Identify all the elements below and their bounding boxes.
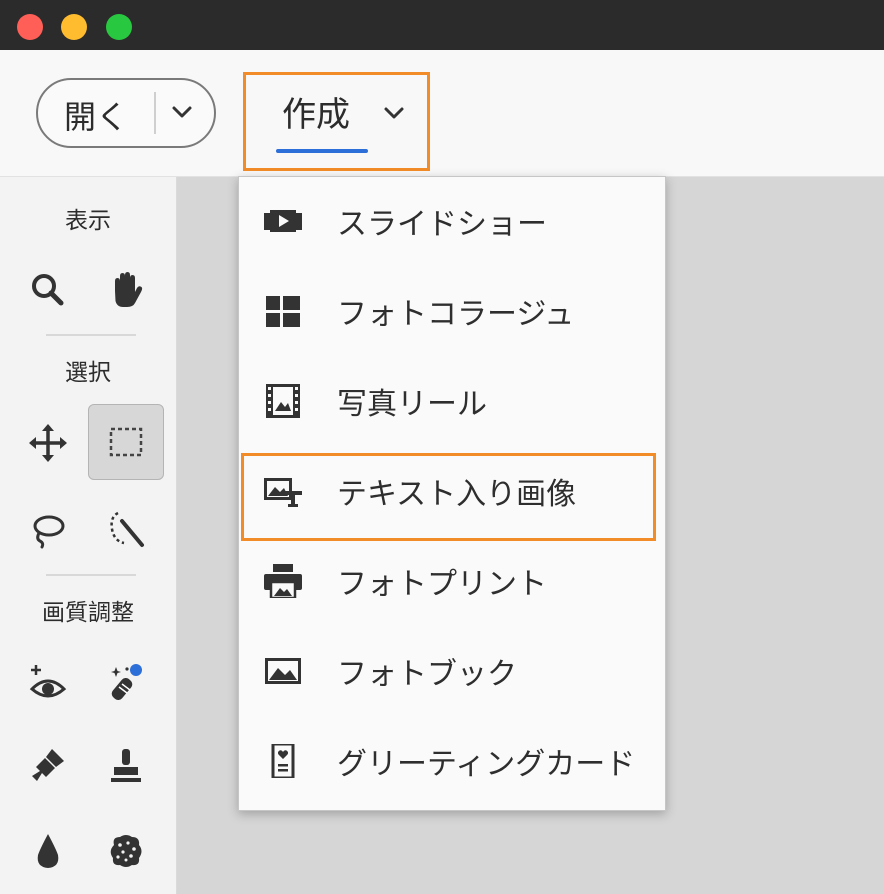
spot-healing-tool[interactable]	[100, 657, 152, 709]
menu-item-label: 写真リール	[337, 387, 487, 422]
window-titlebar	[0, 0, 884, 50]
zoom-tool[interactable]	[22, 264, 74, 316]
section-divider	[46, 334, 136, 336]
healing-brush-icon	[111, 664, 142, 701]
printer-icon	[264, 564, 302, 600]
red-eye-tool[interactable]	[22, 657, 74, 709]
adjust-section-title: 画質調整	[42, 600, 134, 626]
clone-stamp-tool[interactable]	[100, 739, 152, 791]
menu-item-label: フォトブック	[337, 657, 517, 692]
search-icon	[32, 274, 64, 306]
sponge-icon	[110, 835, 142, 867]
hand-tool[interactable]	[100, 264, 152, 316]
blur-tool[interactable]	[22, 825, 74, 877]
greeting-card-icon	[264, 742, 302, 780]
eye-plus-icon	[29, 665, 67, 698]
active-tab-indicator	[276, 149, 368, 153]
create-tab-label: 作成	[282, 95, 350, 135]
slideshow-icon	[264, 204, 302, 238]
menu-item-label: スライドショー	[337, 207, 547, 242]
minimize-window-button[interactable]	[61, 14, 87, 40]
paint-brush-icon	[32, 749, 64, 781]
sponge-tool[interactable]	[100, 825, 152, 877]
open-button-label: 開く	[64, 98, 129, 136]
rectangle-marquee-icon	[109, 427, 143, 457]
magic-wand-icon	[110, 511, 144, 547]
select-section-title: 選択	[65, 360, 111, 386]
marquee-tool[interactable]	[88, 404, 164, 480]
stamp-icon	[111, 749, 141, 782]
open-button[interactable]: 開く	[36, 78, 216, 148]
quick-selection-tool[interactable]	[100, 503, 152, 555]
drop-icon	[37, 834, 59, 868]
move-tool[interactable]	[22, 417, 74, 469]
highlight-annotation	[241, 453, 656, 541]
collage-icon	[264, 294, 302, 328]
tools-panel: 表示 選択 画質調整	[0, 177, 177, 894]
menu-item-label: フォトコラージュ	[337, 297, 575, 332]
menu-item-label: フォトプリント	[337, 567, 547, 602]
menu-item-greeting-card[interactable]: グリーティングカード	[239, 717, 665, 803]
lasso-icon	[33, 515, 65, 549]
hand-icon	[115, 272, 143, 307]
move-arrows-icon	[29, 424, 67, 462]
section-divider	[46, 574, 136, 576]
chevron-down-icon	[382, 101, 406, 125]
top-toolbar: 開く 作成	[0, 50, 884, 177]
menu-item-photo-reel[interactable]: 写真リール	[239, 357, 665, 443]
zoom-window-button[interactable]	[106, 14, 132, 40]
smart-brush-tool[interactable]	[22, 739, 74, 791]
chevron-down-icon[interactable]	[170, 100, 194, 124]
view-section-title: 表示	[65, 208, 111, 234]
menu-item-photo-book[interactable]: フォトブック	[239, 627, 665, 713]
photo-book-icon	[264, 654, 302, 688]
menu-item-photo-print[interactable]: フォトプリント	[239, 537, 665, 623]
menu-item-label: グリーティングカード	[337, 747, 636, 782]
menu-item-photo-collage[interactable]: フォトコラージュ	[239, 267, 665, 353]
photo-reel-icon	[264, 384, 302, 418]
create-tab[interactable]: 作成	[243, 72, 430, 171]
close-window-button[interactable]	[17, 14, 43, 40]
open-button-divider	[154, 92, 156, 134]
lasso-tool[interactable]	[22, 503, 74, 555]
menu-item-slideshow[interactable]: スライドショー	[239, 177, 665, 263]
